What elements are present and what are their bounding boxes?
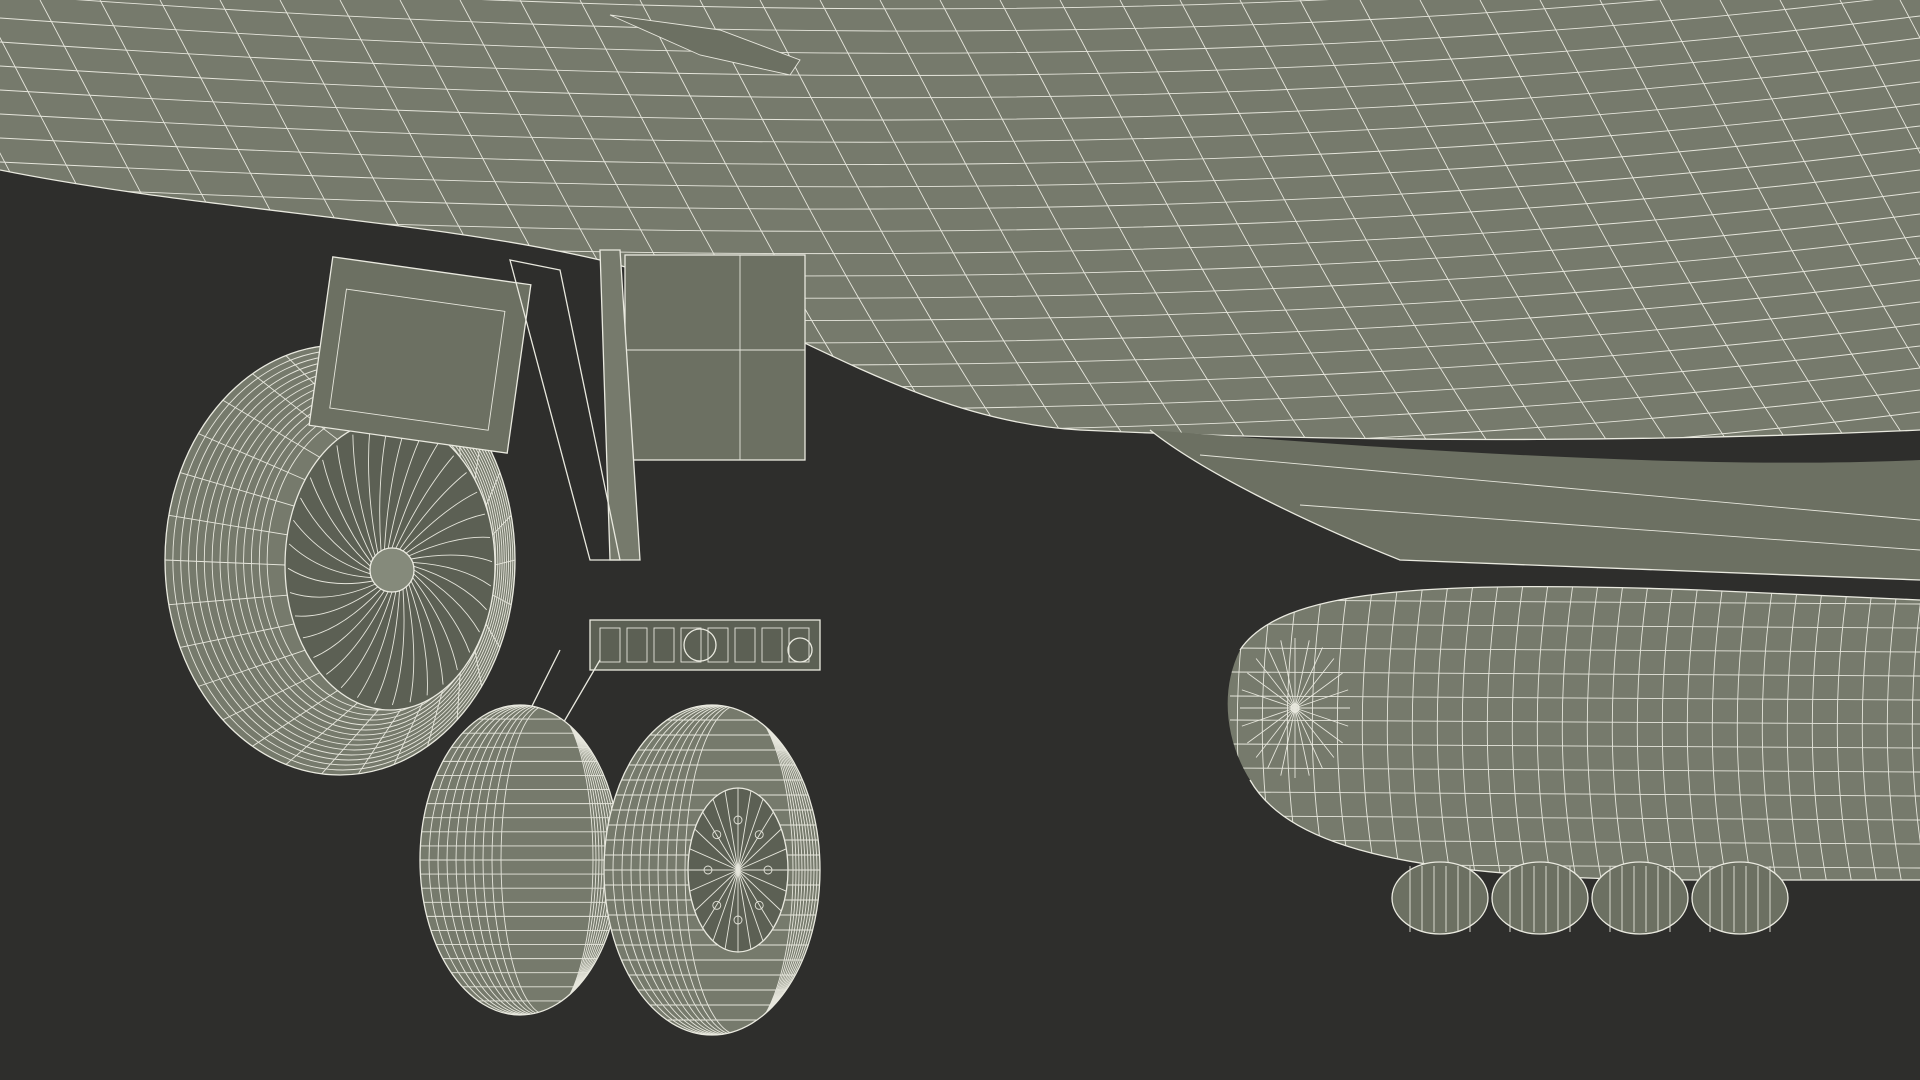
wireframe-scene bbox=[0, 0, 1920, 1036]
external-fuel-tank bbox=[1227, 585, 1920, 881]
landing-gear-wheel-right bbox=[603, 704, 821, 1036]
render-viewport bbox=[0, 0, 1920, 1080]
landing-gear-wheel-left bbox=[419, 704, 621, 1016]
wing-fairing bbox=[1149, 429, 1920, 581]
